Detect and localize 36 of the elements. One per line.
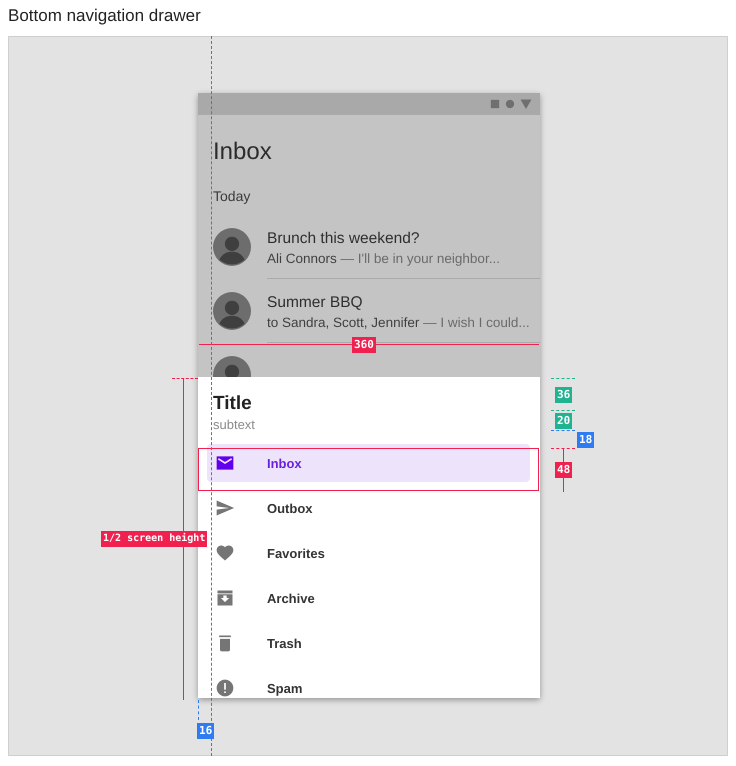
- triangle-icon: [520, 98, 532, 110]
- nav-item[interactable]: Outbox: [207, 489, 530, 527]
- message-sender: to Sandra, Scott, Jennifer: [267, 314, 420, 330]
- avatar: [213, 292, 251, 330]
- drawer-title: Title: [213, 392, 252, 416]
- heart-icon: [215, 543, 235, 563]
- page-title: Bottom navigation drawer: [8, 5, 201, 27]
- measure-line: [551, 378, 575, 379]
- circle-icon: [505, 99, 515, 109]
- measurement-label: 360: [352, 337, 376, 353]
- message-preview: — I wish I could...: [422, 314, 530, 330]
- measurement-label: 16: [197, 723, 214, 739]
- measurement-label: 48: [555, 462, 572, 478]
- nav-item[interactable]: Favorites: [207, 534, 530, 572]
- message-preview: — I'll be in your neighbor...: [340, 250, 500, 266]
- screen-heading: Inbox: [213, 137, 272, 167]
- nav-item[interactable]: Inbox: [207, 444, 530, 482]
- measure-line: [551, 430, 575, 431]
- measurement-label: 1/2 screen height: [101, 531, 208, 547]
- measurement-label: 18: [577, 432, 594, 448]
- section-label: Today: [213, 187, 250, 205]
- nav-item[interactable]: Trash: [207, 624, 530, 662]
- nav-item[interactable]: Archive: [207, 579, 530, 617]
- measurement-label: 20: [555, 413, 572, 429]
- message-title: Summer BBQ: [267, 292, 364, 312]
- nav-item[interactable]: Spam: [207, 669, 530, 698]
- guide-line: [198, 700, 199, 720]
- measurement-label: 36: [555, 387, 572, 403]
- message-sender: Ali Connors: [267, 250, 337, 266]
- avatar: [213, 228, 251, 266]
- message-title: Brunch this weekend?: [267, 228, 421, 248]
- send-icon: [215, 498, 235, 518]
- measure-line: [551, 410, 575, 411]
- archive-icon: [215, 588, 235, 608]
- drawer-subtext: subtext: [213, 417, 255, 433]
- square-icon: [490, 99, 500, 109]
